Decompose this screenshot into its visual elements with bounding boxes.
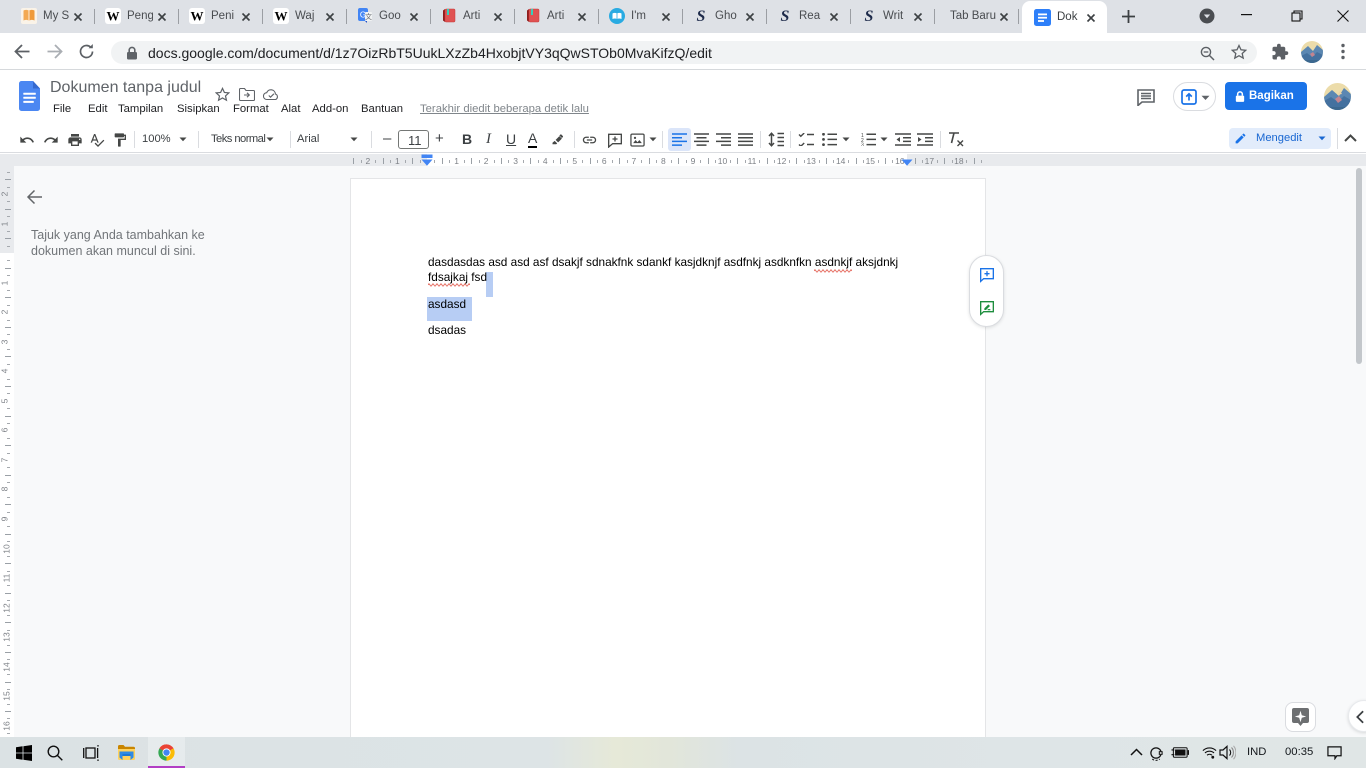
svg-text:W: W (107, 9, 120, 24)
svg-text:S: S (865, 8, 874, 24)
svg-text:W: W (275, 9, 288, 24)
svg-text:S: S (781, 8, 790, 24)
svg-text:S: S (697, 8, 706, 24)
svg-text:W: W (191, 9, 204, 24)
svg-text:3: 3 (861, 143, 864, 147)
svg-text:文: 文 (365, 12, 372, 21)
